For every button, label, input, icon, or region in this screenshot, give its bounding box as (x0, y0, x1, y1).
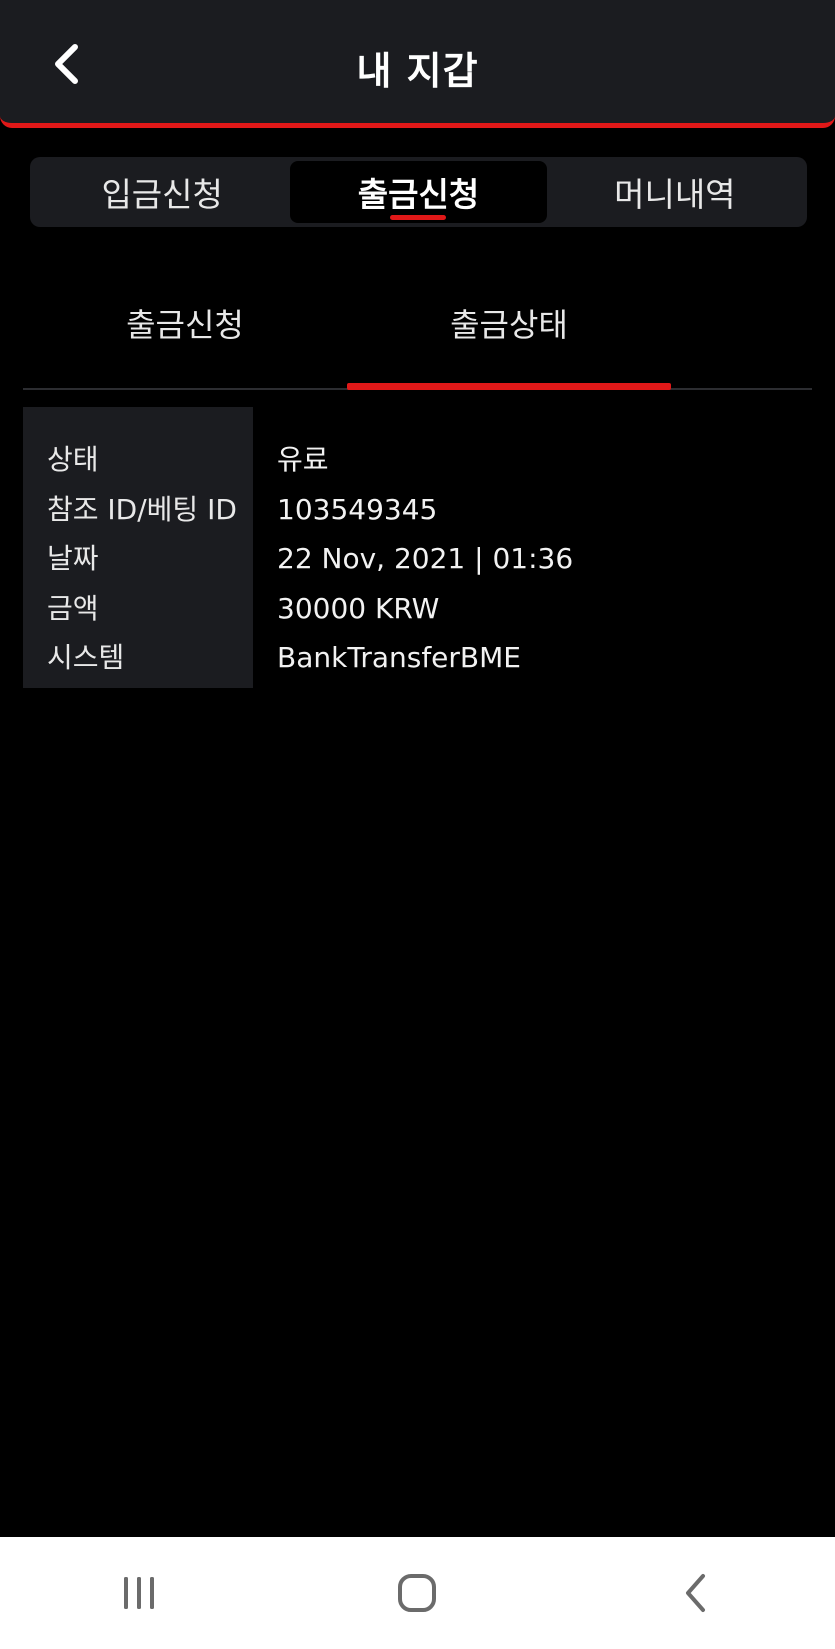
home-icon (398, 1574, 437, 1612)
page-title: 내 지갑 (356, 49, 479, 93)
system-navigation-bar (0, 1537, 835, 1649)
date-value: 22 Nov, 2021 | 01:36 (277, 542, 574, 575)
app-header: 내 지갑 (0, 0, 835, 128)
recent-apps-icon (124, 1577, 155, 1609)
subtab-withdrawal-status[interactable]: 출금상태 (347, 280, 671, 390)
withdrawal-details-table: 상태 참조 ID/베팅 ID 날짜 금액 시스템 유료 103549345 22… (23, 407, 812, 688)
system-label: 시스템 (47, 641, 125, 674)
tab-label: 머니내역 (614, 175, 736, 214)
details-value-column: 유료 103549345 22 Nov, 2021 | 01:36 30000 … (253, 407, 812, 688)
reference-id-value: 103549345 (277, 492, 438, 526)
amount-label: 금액 (47, 591, 99, 625)
tab-withdrawal-request[interactable]: 출금신청 (290, 161, 547, 223)
subtab-label: 출금신청 (126, 306, 244, 344)
main-tab-bar: 입금신청 출금신청 머니내역 (30, 157, 807, 227)
subtab-label: 출금상태 (450, 306, 568, 344)
tab-money-history[interactable]: 머니내역 (547, 161, 803, 223)
sub-tab-bar: 출금신청 출금상태 (23, 280, 812, 390)
amount-value: 30000 KRW (277, 591, 440, 625)
home-button[interactable] (357, 1553, 477, 1633)
recent-apps-button[interactable] (79, 1553, 199, 1633)
tab-label: 입금신청 (101, 175, 223, 214)
status-label: 상태 (47, 443, 99, 476)
subtab-withdrawal-request[interactable]: 출금신청 (23, 280, 347, 388)
details-label-column: 상태 참조 ID/베팅 ID 날짜 금액 시스템 (23, 407, 253, 688)
back-icon (685, 1574, 705, 1612)
tab-label: 출금신청 (357, 175, 480, 214)
tab-deposit-request[interactable]: 입금신청 (34, 161, 290, 223)
system-value: BankTransferBME (277, 641, 521, 674)
reference-id-label: 참조 ID/베팅 ID (47, 492, 237, 526)
date-label: 날짜 (47, 542, 99, 575)
wallet-page: 내 지갑 입금신청 출금신청 머니내역 출금신청 출금상태 상태 참조 ID/베… (0, 0, 835, 1649)
status-value: 유료 (277, 443, 329, 476)
system-back-button[interactable] (636, 1553, 756, 1633)
